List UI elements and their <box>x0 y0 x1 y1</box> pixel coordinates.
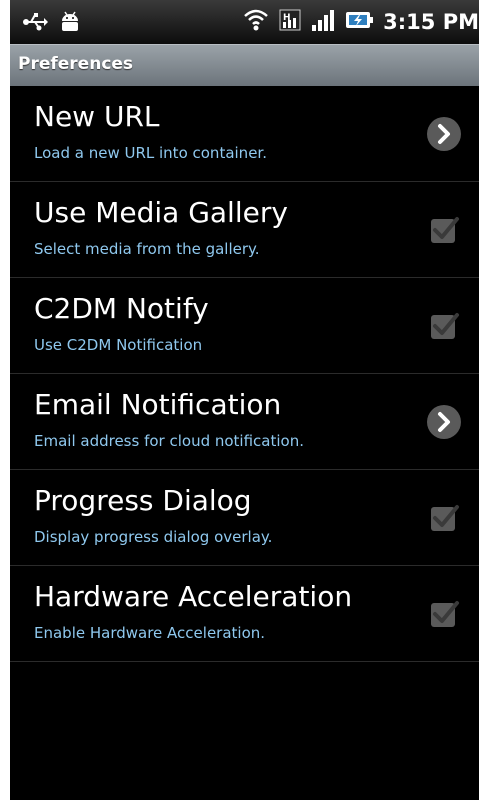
signal-icon <box>311 8 335 36</box>
pref-new-url[interactable]: New URL Load a new URL into container. <box>10 86 479 182</box>
android-debug-icon <box>58 10 82 38</box>
pref-use-media-gallery[interactable]: Use Media Gallery Select media from the … <box>10 182 479 278</box>
preference-list: New URL Load a new URL into container. U… <box>10 86 479 662</box>
pref-hardware-acceleration[interactable]: Hardware Acceleration Enable Hardware Ac… <box>10 566 479 662</box>
status-notifications <box>22 10 82 38</box>
pref-summary: Load a new URL into container. <box>34 144 267 162</box>
status-bar: H 3:15 PM <box>10 0 479 44</box>
pref-summary: Enable Hardware Acceleration. <box>34 624 266 642</box>
pref-summary: Use C2DM Notification <box>34 336 203 354</box>
usb-icon <box>22 11 48 37</box>
chevron-right-icon <box>423 401 465 443</box>
page-title: Preferences <box>18 54 134 74</box>
checkbox-icon[interactable] <box>423 593 465 635</box>
battery-charging-icon <box>345 8 374 36</box>
pref-title: C2DM Notify <box>34 292 209 325</box>
pref-title: Hardware Acceleration <box>34 580 353 613</box>
chevron-right-icon <box>423 113 465 155</box>
checkbox-icon[interactable] <box>423 209 465 251</box>
pref-summary: Select media from the gallery. <box>34 240 260 258</box>
data-h-icon: H <box>279 8 301 36</box>
status-system-icons: H 3:15 PM <box>243 8 479 36</box>
wifi-icon <box>243 8 269 36</box>
pref-title: New URL <box>34 100 160 133</box>
pref-progress-dialog[interactable]: Progress Dialog Display progress dialog … <box>10 470 479 566</box>
pref-title: Progress Dialog <box>34 484 252 517</box>
pref-summary: Display progress dialog overlay. <box>34 528 273 546</box>
phone-screen: H 3:15 PM Preferences New URL Load a new… <box>10 0 479 800</box>
title-bar: Preferences <box>10 44 479 86</box>
checkbox-icon[interactable] <box>423 305 465 347</box>
status-time: 3:15 PM <box>383 10 479 34</box>
pref-title: Use Media Gallery <box>34 196 288 229</box>
pref-title: Email Notification <box>34 388 282 421</box>
checkbox-icon[interactable] <box>423 497 465 539</box>
pref-summary: Email address for cloud notification. <box>34 432 304 450</box>
pref-email-notification[interactable]: Email Notification Email address for clo… <box>10 374 479 470</box>
pref-c2dm-notify[interactable]: C2DM Notify Use C2DM Notification <box>10 278 479 374</box>
